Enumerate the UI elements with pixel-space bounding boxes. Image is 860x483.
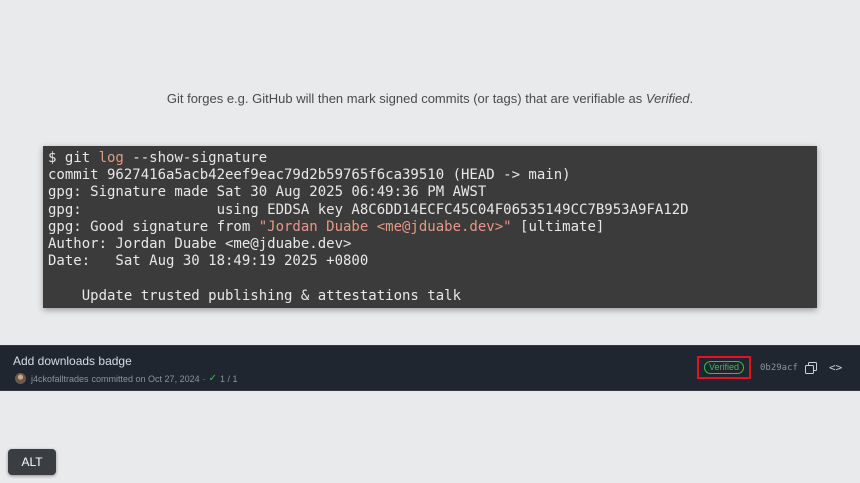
copy-icon[interactable] [805,362,817,374]
commit-author[interactable]: j4ckofalltrades [31,374,89,384]
gpg-good-prefix: gpg: Good signature from [48,218,259,235]
commit-title[interactable]: Add downloads badge [13,354,132,368]
terminal-line-command: $ git log --show-signature [48,150,812,167]
terminal-line-gpg-good: gpg: Good signature from "Jordan Duabe <… [48,219,812,236]
caption-text: Git forges e.g. GitHub will then mark si… [166,91,646,106]
terminal-line-date: Date: Sat Aug 30 18:49:19 2025 +0800 [48,253,369,270]
code-icon[interactable]: <> [829,362,843,374]
caption-emphasis: Verified [645,91,690,106]
caption-end: . [689,91,694,106]
command-args: --show-signature [123,150,268,166]
verified-badge[interactable]: Verified [703,361,745,374]
commit-row: Add downloads badge j4ckofalltrades comm… [0,345,860,391]
terminal-line-gpg-made: gpg: Signature made Sat 30 Aug 2025 06:4… [48,184,487,201]
commit-sha[interactable]: 0b29acf [760,363,798,373]
gpg-trust: [ultimate] [511,218,605,235]
checks-count[interactable]: 1 / 1 [220,374,238,384]
slide-caption: Git forges e.g. GitHub will then mark si… [0,91,860,106]
verified-highlight: Verified [697,356,751,379]
gpg-signer: "Jordan Duabe <me@jduabe.dev>" [258,218,512,235]
alt-button[interactable]: ALT [8,449,56,475]
meta-separator: · [202,373,206,384]
command-prompt: $ git [48,150,99,166]
terminal-line-author: Author: Jordan Duabe <me@jduabe.dev> [48,235,352,252]
command-keyword: log [98,150,124,166]
check-icon[interactable]: ✓ [209,373,217,384]
commit-meta: j4ckofalltrades committed on Oct 27, 202… [15,373,238,384]
terminal-line-gpg-key: gpg: using EDDSA key A8C6DD14ECFC45C04F0… [48,201,689,218]
avatar[interactable] [15,373,26,384]
terminal-line-commit: commit 9627416a5acb42eef9eac79d2b59765f6… [48,167,571,184]
terminal-output: $ git log --show-signature commit 962741… [43,146,817,308]
terminal-line-message: Update trusted publishing & attestations… [48,287,462,304]
commit-date: committed on Oct 27, 2024 [91,373,200,384]
